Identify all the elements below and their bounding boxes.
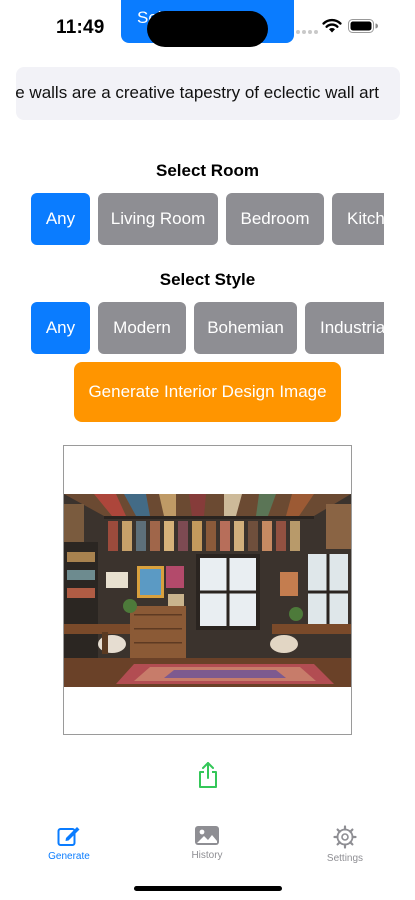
generate-design-button-label: Generate Interior Design Image — [88, 382, 327, 401]
tab-history-label: History — [191, 850, 223, 861]
room-option-bedroom[interactable]: Bedroom — [226, 193, 324, 245]
status-time: 11:49 — [56, 17, 105, 38]
room-option-any[interactable]: Any — [31, 193, 90, 245]
wifi-icon — [322, 18, 342, 33]
prompt-input[interactable]: e walls are a creative tapestry of eclec… — [16, 67, 400, 120]
tab-settings[interactable]: Settings — [305, 815, 385, 864]
room-option-kitchen[interactable]: Kitchen — [332, 193, 384, 245]
tab-generate-label: Generate — [48, 851, 90, 862]
share-icon[interactable] — [196, 761, 220, 789]
status-bar: Select Image 11:49 — [0, 0, 415, 56]
home-indicator — [134, 886, 282, 891]
room-option-living-room[interactable]: Living Room — [98, 193, 218, 245]
style-option-industrial[interactable]: Industrial — [305, 302, 384, 354]
style-option-any[interactable]: Any — [31, 302, 90, 354]
select-style-title: Select Style — [159, 270, 256, 289]
prompt-input-value: e walls are a creative tapestry of eclec… — [16, 83, 379, 102]
tab-bar: Generate History Settings — [0, 815, 415, 875]
style-option-modern[interactable]: Modern — [98, 302, 186, 354]
generate-design-button[interactable]: Generate Interior Design Image — [74, 362, 341, 422]
style-options: Any Modern Bohemian Industrial — [31, 302, 384, 354]
compose-icon — [57, 827, 80, 846]
dynamic-island — [147, 11, 268, 47]
room-options: Any Living Room Bedroom Kitchen — [31, 193, 384, 245]
tab-generate[interactable]: Generate — [29, 815, 109, 862]
photo-icon — [195, 826, 219, 845]
signal-dots-icon — [296, 30, 318, 34]
generated-room-image — [64, 494, 351, 687]
tab-settings-label: Settings — [326, 853, 364, 864]
generated-image-frame — [63, 445, 352, 735]
tab-history[interactable]: History — [167, 815, 247, 861]
style-option-bohemian[interactable]: Bohemian — [194, 302, 297, 354]
select-room-title: Select Room — [156, 161, 259, 180]
battery-icon — [348, 19, 378, 33]
gear-icon — [333, 825, 357, 849]
